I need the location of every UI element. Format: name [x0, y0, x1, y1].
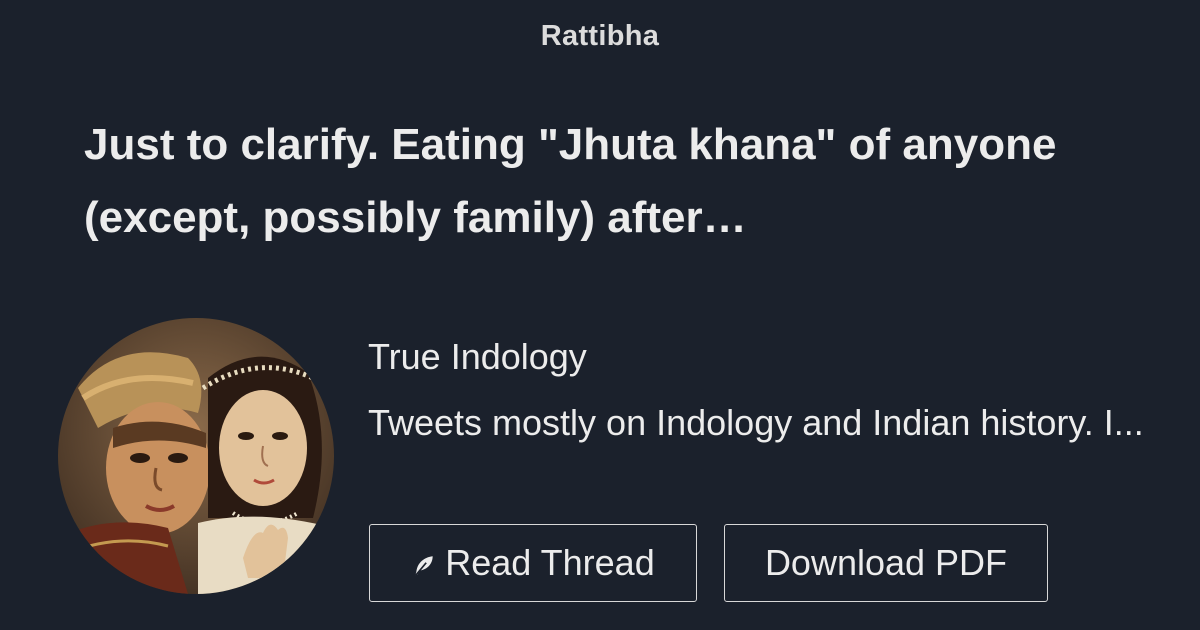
- feather-icon: [414, 556, 433, 577]
- download-pdf-label: Download PDF: [764, 542, 1008, 583]
- download-pdf-button[interactable]: Download PDF: [724, 524, 1048, 602]
- read-thread-label: Read Thread: [445, 542, 655, 583]
- author-bio: Tweets mostly on Indology and Indian his…: [368, 402, 1144, 443]
- portrait-painting-avatar: [58, 318, 334, 594]
- share-card: Rattibha Just to clarify. Eating "Jhuta …: [0, 0, 1200, 630]
- author-name: True Indology: [368, 336, 587, 377]
- thread-headline: Just to clarify. Eating "Jhuta khana" of…: [84, 120, 1057, 242]
- author-avatar: [58, 318, 334, 594]
- read-thread-button[interactable]: Read Thread: [369, 524, 697, 602]
- site-name: Rattibha: [540, 20, 660, 52]
